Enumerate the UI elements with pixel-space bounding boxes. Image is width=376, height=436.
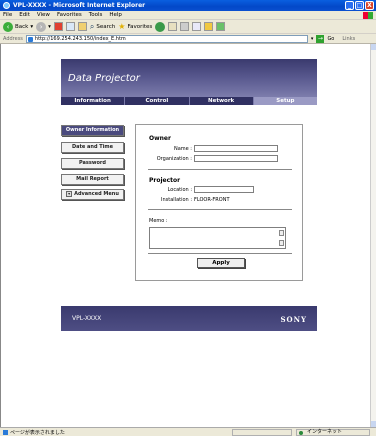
installation-label: Installation : [161,197,192,203]
ie-logo-icon [3,2,10,9]
menu-tools[interactable]: Tools [89,12,103,18]
window-title: VPL-XXXX - Microsoft Internet Explorer [13,2,146,9]
stop-icon[interactable] [53,22,63,31]
scroll-down-icon[interactable] [279,240,284,246]
back-dropdown-icon[interactable]: ▾ [30,24,33,30]
divider [148,253,292,254]
maximize-button[interactable]: □ [355,1,364,10]
tab-control[interactable]: Control [125,97,190,105]
owner-information-panel: Owner Name : Organization : Projector Lo… [135,124,303,281]
status-bar: ページが表示されました インターネット [0,427,376,436]
sidebar-item-advanced-menu[interactable]: ▾ Advanced Menu [61,189,124,200]
mail-icon[interactable] [168,22,178,31]
favorites-label: Favorites [127,23,153,30]
name-input[interactable] [194,145,278,152]
history-icon[interactable] [155,21,166,32]
divider [148,209,292,210]
address-input[interactable]: http://169.254.243.150/index_E.htm [25,34,308,43]
home-icon[interactable] [77,22,87,31]
address-label: Address [3,35,23,42]
menu-file[interactable]: File [3,12,12,18]
page-title: Data Projector [68,73,140,84]
tab-network[interactable]: Network [189,97,254,105]
address-bar: Address http://169.254.243.150/index_E.h… [0,34,376,44]
go-button[interactable]: Go [327,36,334,42]
status-zone-pane: インターネット [296,429,370,436]
refresh-icon[interactable] [65,22,75,31]
star-icon: ★ [118,22,126,31]
tab-setup[interactable]: Setup [253,97,317,105]
messenger-icon[interactable] [216,22,226,31]
minimize-button[interactable]: _ [345,1,354,10]
search-button[interactable]: ⌕ Search [90,22,115,32]
tab-information[interactable]: Information [61,97,126,105]
forward-dropdown-icon[interactable]: ▾ [48,24,51,30]
organization-input[interactable] [194,155,278,162]
sidebar-item-mail-report[interactable]: Mail Report [61,174,124,185]
divider [148,169,292,170]
menu-bar: File Edit View Favorites Tools Help [0,11,376,20]
forward-button[interactable]: › ▾ [36,21,51,32]
menu-help[interactable]: Help [109,12,122,18]
organization-label: Organization : [156,156,192,162]
sidebar-item-date-and-time[interactable]: Date and Time [61,142,124,153]
search-label: Search [96,23,116,30]
window-title-bar: VPL-XXXX - Microsoft Internet Explorer _… [0,0,376,11]
location-label: Location : [167,187,192,193]
windows-logo-icon [363,12,373,19]
page-footer: VPL-XXXX SONY [61,306,317,331]
links-button[interactable]: Links [342,36,355,42]
globe-icon [299,431,303,435]
model-name: VPL-XXXX [72,315,102,322]
menu-favorites[interactable]: Favorites [57,12,82,18]
browser-toolbar: ‹ Back ▾ › ▾ ⌕ Search ★ Favorites [0,20,376,34]
name-label: Name : [173,146,192,152]
memo-textarea[interactable] [149,227,286,249]
installation-value: FLOOR-FRONT [194,197,230,203]
advanced-menu-label: Advanced Menu [74,191,119,197]
projector-section-title: Projector [149,177,181,184]
zone-text: インターネット [307,429,343,435]
status-progress-pane [232,429,292,436]
scroll-up-icon[interactable] [279,230,284,236]
sidebar-item-password[interactable]: Password [61,158,124,169]
status-text: ページが表示されました [10,429,65,436]
close-button[interactable]: X [365,1,374,10]
menu-view[interactable]: View [37,12,50,18]
print-icon[interactable] [180,22,190,31]
back-button[interactable]: ‹ Back ▾ [3,21,33,32]
favorites-button[interactable]: ★ Favorites [118,22,152,31]
owner-section-title: Owner [149,135,171,142]
menu-edit[interactable]: Edit [19,12,30,18]
address-dropdown-icon[interactable]: ▾ [311,36,314,42]
back-label: Back [15,23,29,30]
expand-icon: ▾ [66,190,73,197]
memo-label: Memo : [149,218,168,224]
edit-icon[interactable] [192,22,202,31]
search-icon: ⌕ [89,21,95,31]
go-arrow-icon[interactable]: → [316,34,325,43]
brand-logo: SONY [280,315,307,324]
nav-tabs: Information Control Network Setup [61,97,317,105]
location-input[interactable] [194,186,254,193]
folder-icon[interactable] [204,22,214,31]
apply-button[interactable]: Apply [197,258,245,268]
forward-arrow-icon: › [36,21,47,32]
vertical-scrollbar[interactable] [370,44,376,427]
sidebar-item-owner-information[interactable]: Owner Information [61,125,124,136]
back-arrow-icon: ‹ [3,21,13,32]
header-banner: Data Projector Information Control Netwo… [61,59,317,105]
page-icon [3,429,8,435]
